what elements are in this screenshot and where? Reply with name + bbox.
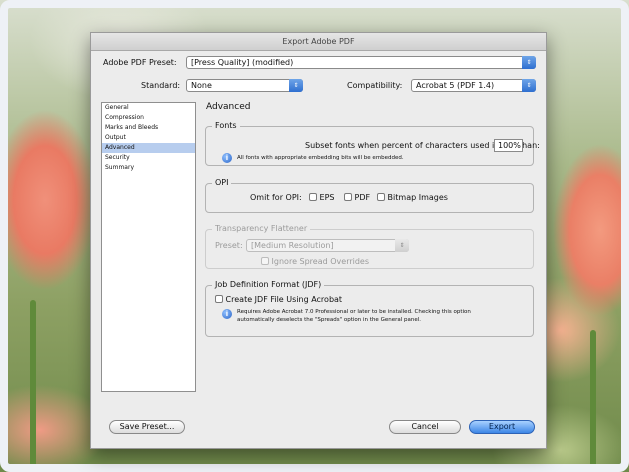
info-icon: i bbox=[222, 153, 232, 163]
standard-value: None bbox=[191, 81, 212, 90]
chevron-updown-icon: ⇕ bbox=[289, 79, 303, 92]
flattener-preset-select[interactable]: [Medium Resolution] ⇕ bbox=[246, 239, 409, 252]
fonts-group-title: Fonts bbox=[212, 121, 240, 130]
export-button[interactable]: Export bbox=[469, 420, 535, 434]
sidebar-item-marks-and-bleeds[interactable]: Marks and Bleeds bbox=[102, 123, 195, 133]
preset-select[interactable]: [Press Quality] (modified) ⇕ bbox=[186, 56, 536, 69]
jdf-group-title: Job Definition Format (JDF) bbox=[212, 280, 325, 289]
window-title: Export Adobe PDF bbox=[91, 33, 546, 51]
sidebar-item-compression[interactable]: Compression bbox=[102, 113, 195, 123]
opi-group-title: OPI bbox=[212, 178, 232, 187]
tulip-stem bbox=[590, 330, 596, 472]
subset-percent-input[interactable]: 100% bbox=[494, 139, 523, 152]
flattener-group-title: Transparency Flattener bbox=[212, 224, 311, 233]
cancel-button[interactable]: Cancel bbox=[389, 420, 461, 434]
compatibility-select[interactable]: Acrobat 5 (PDF 1.4) ⇕ bbox=[411, 79, 536, 92]
compatibility-label: Compatibility: bbox=[347, 81, 403, 90]
preset-label: Adobe PDF Preset: bbox=[103, 58, 177, 67]
sidebar-item-security[interactable]: Security bbox=[102, 153, 195, 163]
fonts-note: All fonts with appropriate embedding bit… bbox=[237, 155, 404, 161]
standard-label: Standard: bbox=[141, 81, 181, 90]
ignore-spread-checkbox[interactable] bbox=[261, 257, 269, 265]
chevron-updown-icon: ⇕ bbox=[522, 56, 536, 69]
bitmap-images-checkbox[interactable] bbox=[377, 193, 385, 201]
ignore-spread-label: Ignore Spread Overrides bbox=[271, 257, 370, 266]
info-icon: i bbox=[222, 309, 232, 319]
eps-label: EPS bbox=[319, 193, 335, 202]
eps-checkbox[interactable] bbox=[309, 193, 317, 201]
sidebar-item-output[interactable]: Output bbox=[102, 133, 195, 143]
create-jdf-label: Create JDF File Using Acrobat bbox=[225, 295, 343, 304]
bitmap-images-label: Bitmap Images bbox=[387, 193, 448, 202]
pdf-checkbox[interactable] bbox=[344, 193, 352, 201]
create-jdf-checkbox[interactable] bbox=[215, 295, 223, 303]
save-preset-button[interactable]: Save Preset... bbox=[109, 420, 185, 434]
standard-select[interactable]: None ⇕ bbox=[186, 79, 303, 92]
flattener-preset-label: Preset: bbox=[215, 241, 243, 250]
jdf-note-line1: Requires Adobe Acrobat 7.0 Professional … bbox=[237, 309, 471, 315]
sidebar-item-summary[interactable]: Summary bbox=[102, 163, 195, 173]
panel-title: Advanced bbox=[206, 102, 251, 112]
opi-pdf-option[interactable]: PDF bbox=[344, 193, 370, 202]
pdf-label: PDF bbox=[354, 193, 371, 202]
sidebar: General Compression Marks and Bleeds Out… bbox=[101, 102, 196, 392]
create-jdf-option[interactable]: Create JDF File Using Acrobat bbox=[215, 295, 342, 304]
chevron-updown-icon: ⇕ bbox=[395, 239, 409, 252]
omit-for-opi-label: Omit for OPI: bbox=[250, 193, 302, 202]
chevron-updown-icon: ⇕ bbox=[522, 79, 536, 92]
export-pdf-dialog: Export Adobe PDF Adobe PDF Preset: [Pres… bbox=[90, 32, 547, 449]
preset-value: [Press Quality] (modified) bbox=[191, 58, 294, 67]
ignore-spread-option[interactable]: Ignore Spread Overrides bbox=[261, 257, 369, 266]
opi-eps-option[interactable]: EPS bbox=[309, 193, 335, 202]
flattener-preset-value: [Medium Resolution] bbox=[251, 241, 334, 250]
jdf-note-line2: automatically deselects the "Spreads" op… bbox=[237, 317, 421, 323]
sidebar-item-general[interactable]: General bbox=[102, 103, 195, 113]
compatibility-value: Acrobat 5 (PDF 1.4) bbox=[416, 81, 495, 90]
sidebar-item-advanced[interactable]: Advanced bbox=[102, 143, 195, 153]
opi-bitmap-option[interactable]: Bitmap Images bbox=[377, 193, 448, 202]
tulip-stem bbox=[30, 300, 36, 472]
